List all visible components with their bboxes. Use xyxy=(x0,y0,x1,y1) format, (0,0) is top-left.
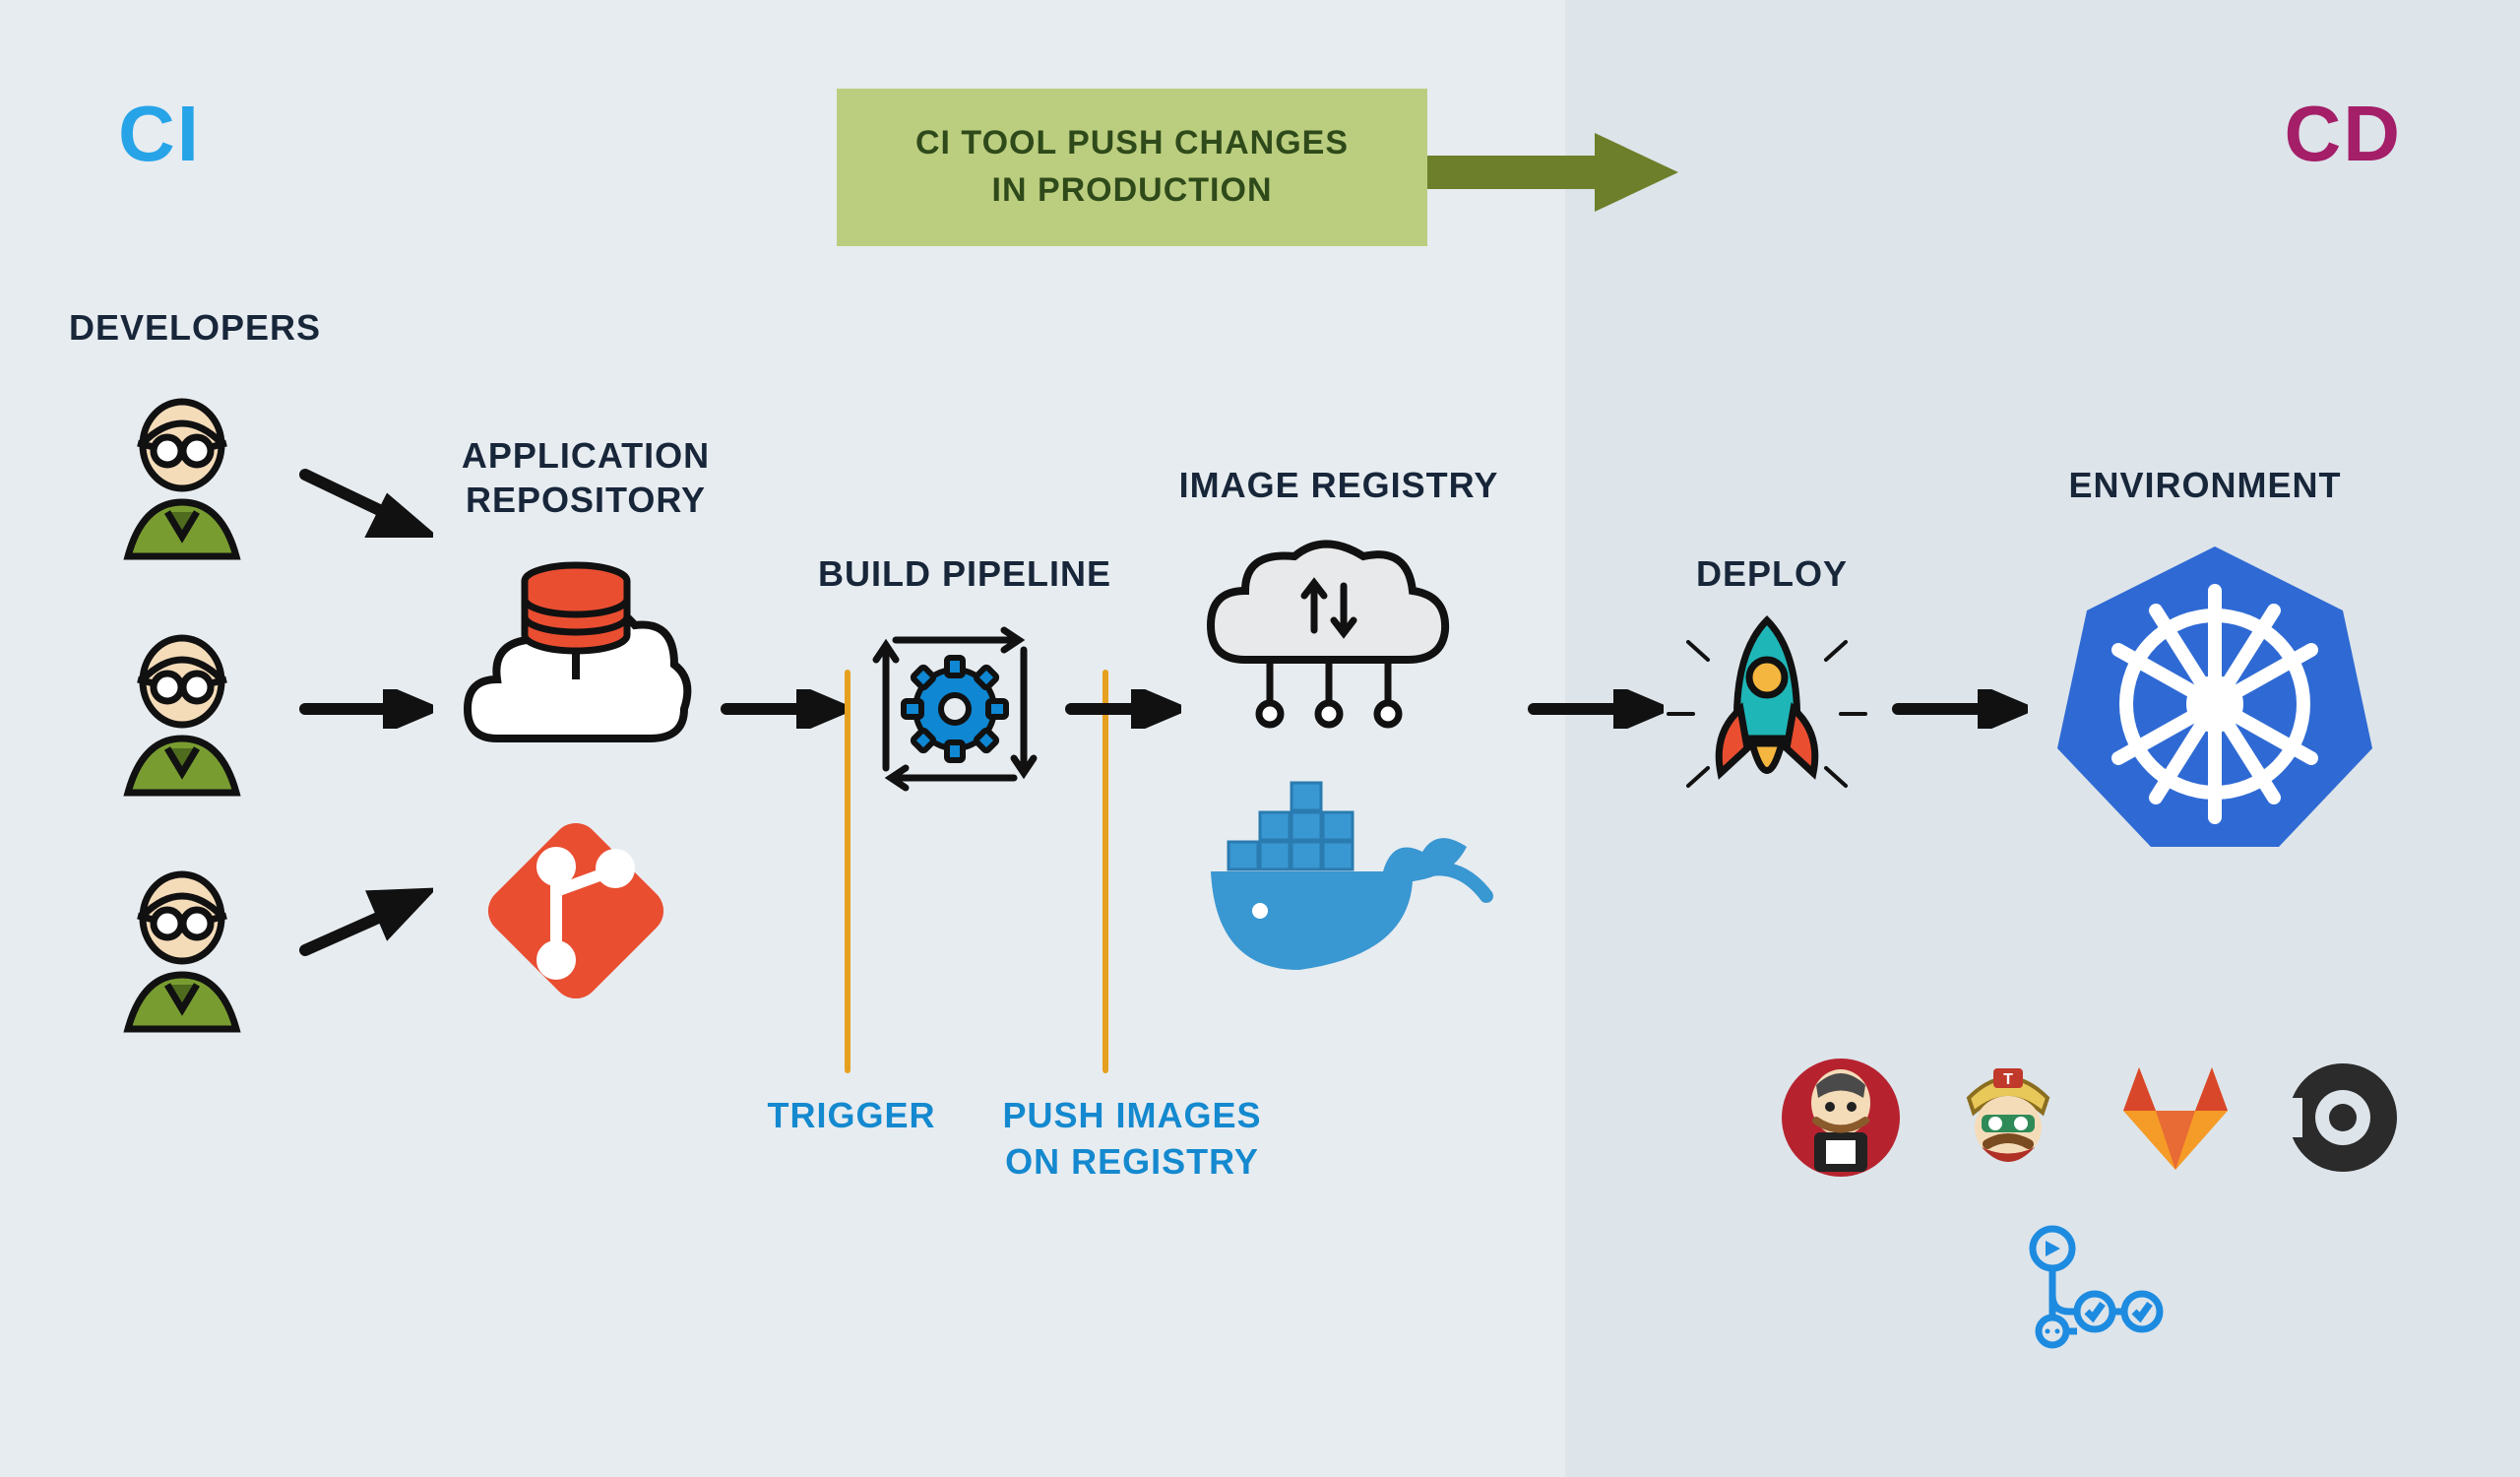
jenkins-icon xyxy=(1777,1054,1905,1182)
image-registry-label: IMAGE REGISTRY xyxy=(1162,463,1516,507)
environment-label: ENVIRONMENT xyxy=(2028,463,2382,507)
push-changes-box: CI TOOL PUSH CHANGES IN PRODUCTION xyxy=(837,89,1427,246)
developer-icon xyxy=(98,394,266,561)
travis-ci-icon: T xyxy=(1944,1054,2072,1182)
push-images-label: PUSH IMAGES ON REGISTRY xyxy=(984,1093,1280,1186)
cd-heading: CD xyxy=(2284,89,2402,179)
circleci-icon xyxy=(2279,1054,2407,1182)
github-actions-icon xyxy=(2018,1221,2166,1349)
push-arrow-icon xyxy=(1427,128,1683,217)
developer-icon xyxy=(98,630,266,798)
arrow-icon xyxy=(295,886,433,965)
build-pipeline-label: BUILD PIPELINE xyxy=(807,551,1122,596)
trigger-label: TRIGGER xyxy=(758,1093,945,1139)
push-images-line xyxy=(1102,670,1108,1073)
rocket-icon xyxy=(1654,601,1880,827)
push-box-line2: IN PRODUCTION xyxy=(915,167,1349,215)
arrow-icon xyxy=(295,463,433,542)
tool-logos-row: T xyxy=(1772,1054,2412,1349)
ci-heading: CI xyxy=(118,89,201,179)
git-icon xyxy=(463,798,689,1024)
arrow-icon xyxy=(1526,689,1664,729)
trigger-line xyxy=(845,670,850,1073)
kubernetes-icon xyxy=(2048,532,2382,867)
cloud-updown-icon xyxy=(1191,532,1467,758)
arrow-icon xyxy=(1063,689,1181,729)
developers-label: DEVELOPERS xyxy=(69,305,321,350)
docker-icon xyxy=(1191,758,1496,1004)
push-box-line1: CI TOOL PUSH CHANGES xyxy=(915,120,1349,167)
deploy-label: DEPLOY xyxy=(1673,551,1870,596)
arrow-icon xyxy=(719,689,847,729)
gear-cycle-icon xyxy=(856,610,1053,807)
database-cloud-icon xyxy=(453,551,699,798)
svg-text:T: T xyxy=(2003,1071,2013,1088)
arrow-icon xyxy=(1890,689,2028,729)
app-repo-label: APPLICATION REPOSITORY xyxy=(413,433,758,522)
gitlab-icon xyxy=(2111,1054,2239,1182)
developer-icon xyxy=(98,867,266,1034)
arrow-icon xyxy=(295,689,433,729)
